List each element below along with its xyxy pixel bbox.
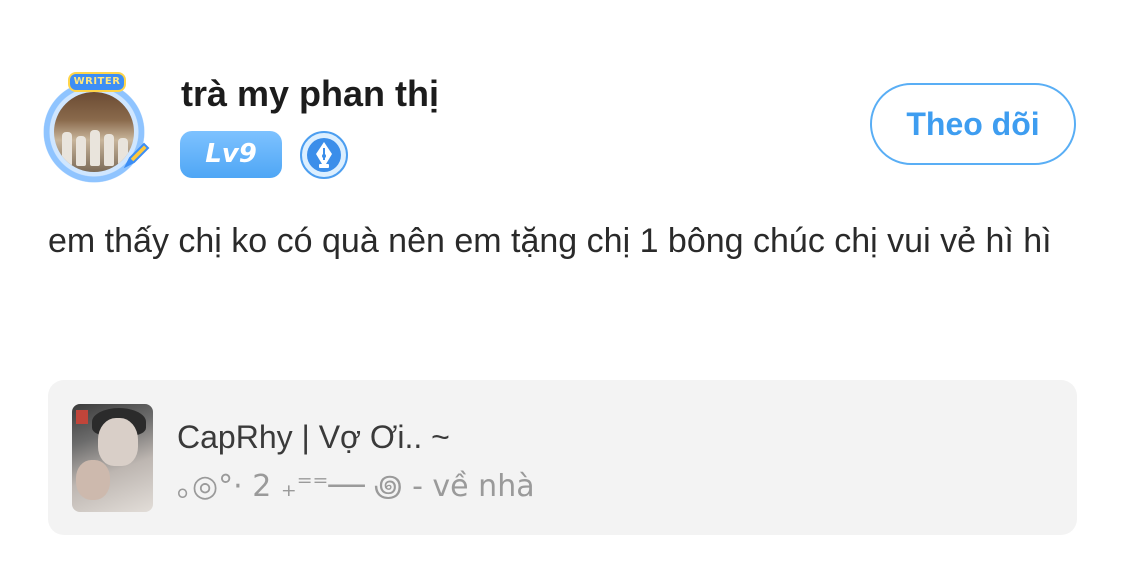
author-name[interactable]: trà my phan thị <box>181 72 439 116</box>
post-text: em thấy chị ko có quà nên em tặng chị 1 … <box>48 222 1052 260</box>
post-card: WRITER trà my phan thị Lv9 Theo dõi em t… <box>0 0 1125 562</box>
shared-story-title: CapRhy | Vợ Ơi.. ~ <box>177 419 450 455</box>
author-avatar[interactable]: WRITER <box>38 72 152 184</box>
level-badge: Lv9 <box>180 131 282 178</box>
fountain-pen-icon <box>300 131 348 179</box>
follow-button[interactable]: Theo dõi <box>870 83 1076 165</box>
avatar-frame-badge: WRITER <box>68 72 126 92</box>
shared-story-subtitle: ｡◎°· 2 ₊⁼⁼── ꩜ - về nhà <box>177 469 535 504</box>
shared-story-card[interactable]: CapRhy | Vợ Ơi.. ~ ｡◎°· 2 ₊⁼⁼── ꩜ - về n… <box>48 380 1077 535</box>
shared-story-thumbnail <box>72 404 153 512</box>
pen-icon <box>123 142 150 169</box>
